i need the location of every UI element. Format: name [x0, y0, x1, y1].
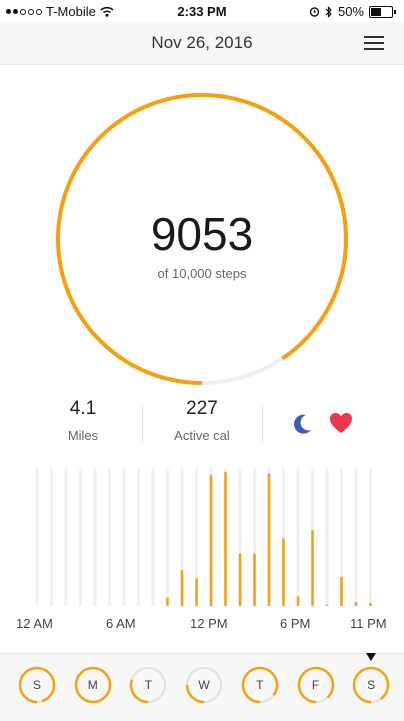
day-button[interactable]: S: [352, 666, 390, 704]
alarm-icon: [309, 7, 320, 17]
x-tick-label: 12 AM: [16, 616, 53, 631]
stat-active-cal[interactable]: 227 Active cal: [158, 398, 246, 443]
day-button[interactable]: F: [297, 666, 335, 704]
day-label: S: [367, 678, 376, 692]
stat-miles[interactable]: 4.1 Miles: [40, 398, 126, 443]
miles-label: Miles: [67, 428, 99, 443]
battery-cap: [394, 9, 396, 14]
x-tick-label: 12 PM: [190, 616, 228, 631]
day-button[interactable]: W: [185, 666, 223, 704]
hamburger-icon[interactable]: [364, 36, 384, 50]
selected-day-pointer: [366, 653, 377, 661]
day-label: T: [144, 678, 153, 692]
heart-icon[interactable]: [329, 412, 353, 439]
hourly-steps-chart: [35, 468, 372, 606]
status-right: 50%: [309, 4, 396, 19]
moon-icon[interactable]: [290, 412, 314, 441]
day-label: M: [87, 678, 98, 692]
stats-row: 4.1 Miles 227 Active cal: [0, 398, 404, 454]
day-label: W: [198, 678, 210, 692]
status-bar: T-Mobile 2:33 PM 50%: [0, 0, 404, 22]
step-count: 9053: [150, 208, 254, 260]
day-label: T: [256, 678, 264, 692]
battery-fill: [371, 7, 381, 16]
page-title: Nov 26, 2016: [151, 33, 253, 52]
day-button[interactable]: T: [241, 666, 279, 704]
bluetooth-icon: [325, 5, 332, 18]
x-tick-label: 6 AM: [106, 616, 136, 631]
divider: [142, 404, 143, 444]
active-cal-value: 227: [186, 398, 218, 419]
miles-value: 4.1: [69, 398, 97, 419]
step-goal: of 10,000 steps: [157, 266, 247, 281]
day-label: F: [311, 678, 320, 692]
day-button[interactable]: M: [74, 666, 112, 704]
battery-icon: [369, 5, 393, 18]
battery-percent: 50%: [337, 4, 364, 19]
week-selector: SMTWTFS: [0, 653, 404, 721]
x-tick-label: 6 PM: [280, 616, 311, 631]
day-label: S: [32, 678, 41, 692]
day-button[interactable]: T: [129, 666, 167, 704]
header: Nov 26, 2016: [0, 22, 404, 65]
active-cal-label: Active cal: [174, 428, 230, 443]
day-button[interactable]: S: [18, 666, 56, 704]
divider: [262, 404, 263, 444]
x-tick-label: 11 PM: [350, 616, 387, 631]
